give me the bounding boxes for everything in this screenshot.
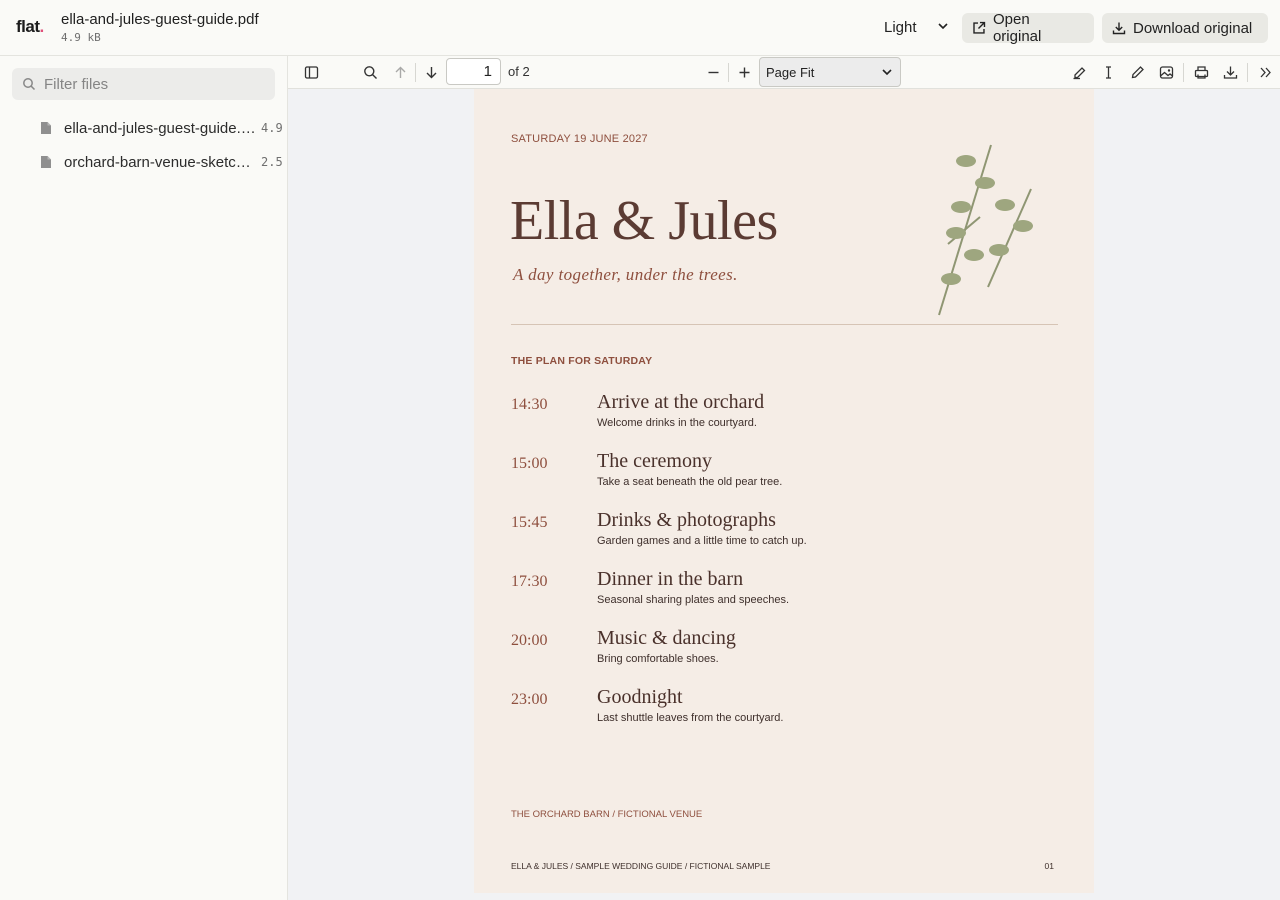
file-size: 4.9 kB [61,31,101,44]
download-original-label: Download original [1133,19,1253,37]
document-subtitle: A day together, under the trees. [513,265,738,284]
print-button[interactable] [1190,62,1212,82]
schedule-time: 23:00 [511,691,548,708]
schedule-time: 14:30 [511,396,548,413]
schedule-description: Welcome drinks in the courtyard. [597,417,757,429]
open-original-button[interactable]: Open original [962,11,1094,45]
schedule-title: Drinks & photographs [597,509,776,531]
document-title: Ella & Jules [510,190,778,252]
viewer-toolbar: of 2 Page Fit [288,56,1280,89]
leaf-branch-illustration [938,144,1033,316]
arrow-down-icon [426,66,436,78]
schedule-description: Last shuttle leaves from the courtyard. [597,712,784,724]
schedule-description: Take a seat beneath the old pear tree. [597,476,783,488]
schedule-title: The ceremony [597,450,712,472]
zoom-select-value: Page Fit [766,65,815,80]
event-date: SATURDAY 19 JUNE 2027 [511,133,648,145]
save-button[interactable] [1219,62,1241,82]
schedule-time: 17:30 [511,573,548,590]
section-divider [511,324,1058,325]
printer-icon [1194,65,1208,79]
plus-icon [739,67,749,77]
download-original-button[interactable]: Download original [1102,13,1268,43]
schedule-title: Music & dancing [597,627,736,649]
download-icon [1223,66,1237,79]
chevron-down-icon [938,23,948,30]
schedule-description: Garden games and a little time to catch … [597,535,807,547]
page-footer-text: ELLA & JULES / SAMPLE WEDDING GUIDE / FI… [511,861,771,871]
file-list-item[interactable]: ella-and-jules-guest-guide.pdf 4.9 [40,116,287,140]
toolbar-divider [728,63,729,82]
schedule-description: Seasonal sharing plates and speeches. [597,594,790,606]
file-sidebar: ella-and-jules-guest-guide.pdf 4.9 orcha… [0,56,288,900]
toolbar-divider [1247,63,1248,82]
find-button[interactable] [359,62,381,82]
schedule-time: 15:45 [511,514,548,531]
chevron-down-icon [882,69,892,76]
image-icon [1159,65,1173,79]
page-footer-number: 01 [1044,861,1054,871]
schedule-title: Goodnight [597,686,683,708]
file-icon [41,156,51,168]
file-name: ella-and-jules-guest-guide.pdf [64,119,259,137]
more-tools-button[interactable] [1254,62,1276,82]
draw-button[interactable] [1126,62,1148,82]
arrow-up-icon [395,66,405,78]
document-canvas[interactable]: SATURDAY 19 JUNE 2027 Ella & Jules A day… [288,89,1280,900]
minus-icon [708,71,718,73]
top-bar: flat. ella-and-jules-guest-guide.pdf 4.9… [0,0,1280,56]
zoom-in-button[interactable] [733,62,755,82]
schedule-title: Dinner in the barn [597,568,744,590]
file-icon [41,122,51,134]
section-label: THE PLAN FOR SATURDAY [511,355,653,367]
highlighter-icon [1073,66,1085,79]
venue-label: THE ORCHARD BARN / FICTIONAL VENUE [511,809,703,820]
file-size-label: 4.9 [261,121,283,135]
toolbar-divider [1183,63,1184,82]
highlight-button[interactable] [1068,62,1090,82]
search-icon [23,78,36,91]
previous-page-button[interactable] [389,62,411,82]
theme-select[interactable]: Light [872,13,954,43]
download-icon [1112,22,1126,35]
filter-box[interactable] [12,68,275,100]
toggle-sidebar-button[interactable] [300,62,322,82]
search-icon [363,65,377,79]
pencil-icon [1131,65,1144,78]
app-logo[interactable]: flat. [16,17,44,37]
theme-select-value: Light [884,19,917,36]
schedule-description: Bring comfortable shoes. [597,653,719,665]
schedule-time: 15:00 [511,455,548,472]
filter-input[interactable] [44,68,269,100]
file-name: orchard-barn-venue-sketch.pdf [64,153,259,171]
external-link-icon [973,21,986,34]
file-size-label: 2.5 [261,155,283,169]
text-cursor-icon [1105,65,1111,79]
document-page: SATURDAY 19 JUNE 2027 Ella & Jules A day… [474,89,1094,893]
add-image-button[interactable] [1155,62,1177,82]
zoom-out-button[interactable] [702,62,724,82]
file-title: ella-and-jules-guest-guide.pdf [61,11,259,28]
sidebar-toggle-icon [304,65,318,79]
zoom-select[interactable]: Page Fit [759,57,901,87]
text-tool-button[interactable] [1097,62,1119,82]
double-chevron-right-icon [1260,67,1271,77]
file-list-item[interactable]: orchard-barn-venue-sketch.pdf 2.5 [40,150,287,174]
next-page-button[interactable] [420,62,442,82]
schedule-title: Arrive at the orchard [597,391,765,413]
toolbar-divider [415,63,416,82]
page-number-input[interactable] [446,58,501,85]
open-original-label: Open original [992,11,1042,45]
page-count-label: of 2 [508,64,530,79]
schedule-time: 20:00 [511,632,548,649]
